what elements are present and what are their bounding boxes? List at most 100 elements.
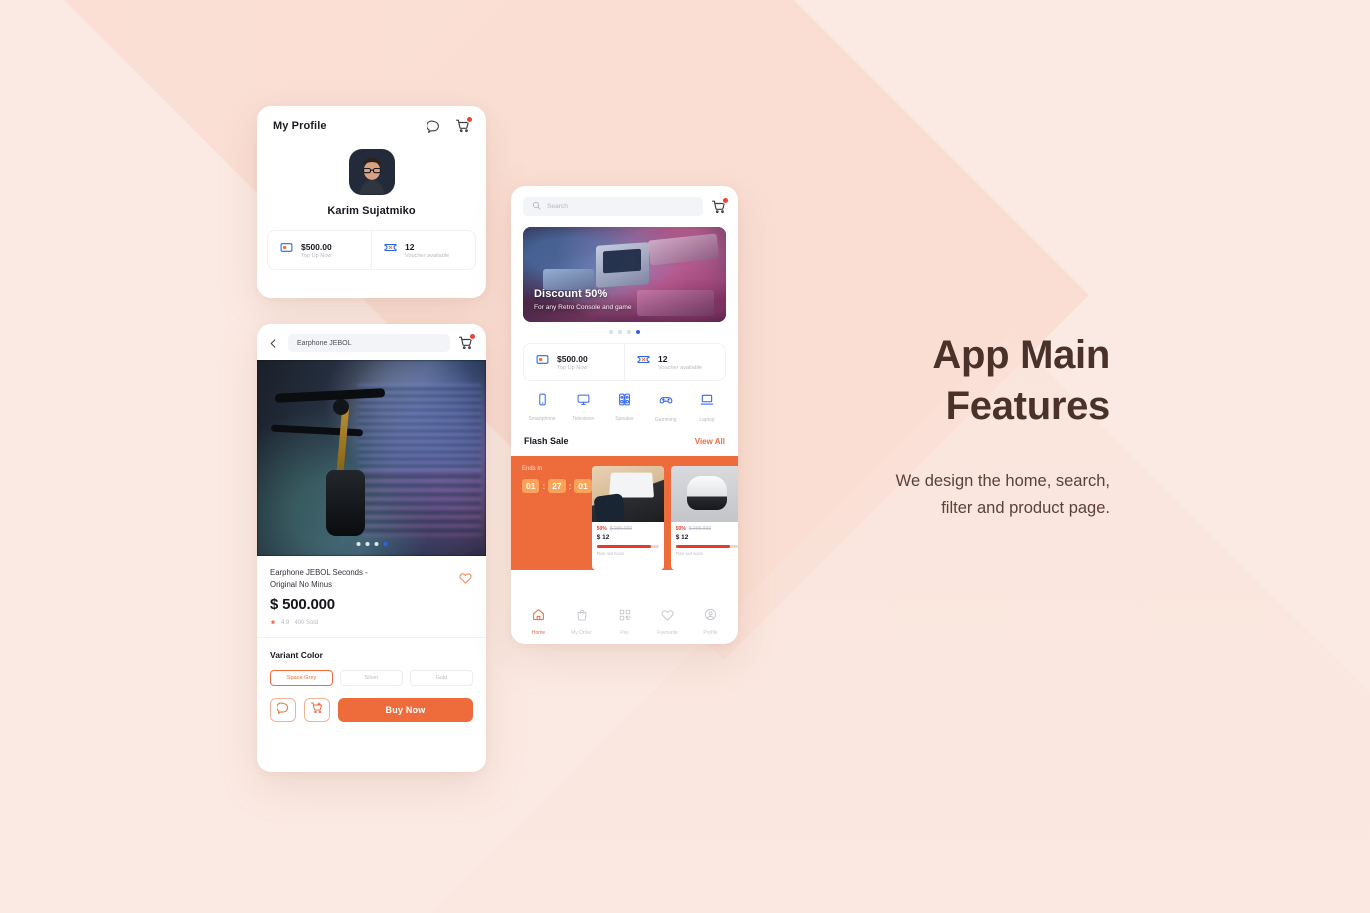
category-label: Smartphone bbox=[528, 416, 556, 422]
banner-headline: Discount 50% bbox=[534, 288, 608, 300]
search-icon bbox=[532, 201, 541, 212]
nav-item-favourite[interactable]: Favourite bbox=[648, 608, 688, 636]
category-laptop[interactable]: Laptop bbox=[690, 393, 724, 423]
search-input[interactable]: Search bbox=[523, 197, 703, 216]
nav-item-profile[interactable]: Profile bbox=[691, 608, 731, 636]
stat-value: $500.00 bbox=[557, 353, 588, 364]
flash-sale-product-card[interactable]: 50% $ 200.000 $ 12 Ran out soon bbox=[670, 466, 738, 570]
bag-icon bbox=[576, 608, 588, 626]
gallery-dot-active[interactable] bbox=[383, 542, 387, 546]
current-price: $ 12 bbox=[675, 534, 689, 541]
banner-dot[interactable] bbox=[609, 330, 613, 334]
stat-label: Voucher available bbox=[658, 364, 703, 371]
timer-separator: : bbox=[542, 481, 546, 491]
variant-chip-group: Space Grey Silver Gold bbox=[270, 670, 473, 687]
gallery-dot[interactable] bbox=[365, 542, 369, 546]
product-rating-row: 4.9 400 Sold bbox=[270, 619, 473, 627]
buy-now-button[interactable]: Buy Now bbox=[338, 698, 473, 723]
retro-computer bbox=[596, 242, 649, 288]
banner-texts: Discount 50% For any Retro Console and g… bbox=[534, 288, 632, 311]
nav-item-my-order[interactable]: My Order bbox=[562, 608, 602, 636]
gallery-dot[interactable] bbox=[356, 542, 360, 546]
discount-badge: 50% bbox=[596, 526, 607, 532]
flash-sale-products: 50% $ 200.000 $ 12 Ran out soon 50% $ 20… bbox=[591, 466, 738, 570]
pay-icon bbox=[619, 608, 631, 626]
category-smartphone[interactable]: Smartphone bbox=[525, 393, 559, 423]
star-icon bbox=[270, 619, 276, 627]
flash-sale-title: Flash Sale bbox=[524, 436, 569, 446]
price-row: 50% $ 200.000 bbox=[597, 526, 659, 532]
nav-item-home[interactable]: Home bbox=[519, 608, 559, 636]
home-screen-card: Search Discount 50% For any Retro Consol… bbox=[511, 186, 738, 644]
cart-icon[interactable] bbox=[456, 116, 473, 133]
gallery-dots[interactable] bbox=[356, 542, 387, 546]
feature-text-block: App Main Features We design the home, se… bbox=[800, 330, 1111, 522]
heart-icon bbox=[661, 608, 674, 626]
banner-dot[interactable] bbox=[618, 330, 622, 334]
flash-sale-countdown: Ends in 01 : 27 : 01 bbox=[511, 466, 592, 570]
stat-voucher[interactable]: 12 Voucher available bbox=[624, 344, 725, 380]
laptop-icon bbox=[700, 393, 714, 412]
stock-progress-bar bbox=[675, 545, 738, 548]
view-all-link[interactable]: View All bbox=[695, 437, 725, 446]
profile-icon bbox=[704, 608, 717, 626]
product-title-line2: Original No Minus bbox=[270, 580, 332, 590]
avatar-wrapper bbox=[257, 149, 486, 195]
product-thumbnail-gamepad bbox=[670, 466, 738, 522]
chat-seller-button[interactable] bbox=[270, 698, 296, 723]
banner-subline: For any Retro Console and game bbox=[534, 304, 632, 311]
chevron-left-icon[interactable] bbox=[268, 338, 279, 349]
card-icon bbox=[280, 241, 293, 259]
category-speaker[interactable]: Speaker bbox=[608, 393, 642, 423]
flash-sale-product-card[interactable]: 50% $ 200.000 $ 12 Ran out soon bbox=[591, 466, 664, 570]
product-gallery-image[interactable] bbox=[257, 360, 486, 556]
avatar bbox=[348, 149, 395, 195]
stat-voucher[interactable]: 12 Voucher available bbox=[371, 231, 475, 269]
voucher-icon bbox=[637, 353, 650, 371]
profile-stats: $500.00 Top Up Now 12 Voucher available bbox=[267, 230, 476, 270]
ends-in-label: Ends in bbox=[522, 466, 543, 472]
stock-progress-bar bbox=[596, 545, 659, 548]
search-input[interactable]: Earphone JEBOL bbox=[288, 334, 450, 352]
stat-label: Voucher available bbox=[405, 252, 450, 259]
profile-header: My Profile bbox=[257, 106, 486, 133]
profile-screen-card: My Profile Karim Sujatmiko $500.00 Top U… bbox=[257, 106, 486, 298]
gamepad-icon bbox=[659, 393, 673, 412]
category-gaming[interactable]: Gamming bbox=[649, 393, 683, 423]
rating-value: 4.9 bbox=[281, 620, 290, 627]
variant-chip-silver[interactable]: Silver bbox=[340, 670, 403, 687]
banner-dot-active[interactable] bbox=[636, 330, 640, 334]
category-label: Speaker bbox=[615, 416, 634, 422]
category-television[interactable]: Television bbox=[566, 393, 600, 423]
heart-icon[interactable] bbox=[459, 571, 472, 584]
promo-banner[interactable]: Discount 50% For any Retro Console and g… bbox=[523, 227, 726, 322]
stat-value: 12 bbox=[405, 241, 415, 252]
home-header: Search bbox=[511, 186, 738, 216]
gamepad-shape bbox=[686, 476, 727, 510]
product-title: Earphone JEBOL Seconds - Original No Min… bbox=[270, 567, 420, 591]
timer-seconds: 01 bbox=[574, 479, 592, 493]
profile-user-name: Karim Sujatmiko bbox=[327, 205, 416, 217]
product-title-line1: Earphone JEBOL Seconds - bbox=[270, 568, 368, 577]
page-subtitle-line2: filter and product page. bbox=[941, 499, 1110, 518]
card-icon bbox=[536, 353, 549, 371]
product-detail-screen-card: Earphone JEBOL Earphone JEBOL Seconds - … bbox=[257, 324, 486, 772]
variant-section: Variant Color Space Grey Silver Gold bbox=[257, 638, 486, 687]
cart-icon[interactable] bbox=[459, 333, 476, 350]
stat-topup[interactable]: $500.00 Top Up Now bbox=[268, 231, 371, 269]
nav-item-pay[interactable]: Pay bbox=[605, 608, 645, 636]
home-icon bbox=[532, 608, 545, 626]
stat-value: 12 bbox=[658, 353, 668, 364]
banner-dots[interactable] bbox=[511, 330, 738, 334]
variant-chip-space-grey[interactable]: Space Grey bbox=[270, 670, 333, 687]
stat-topup[interactable]: $500.00 Top Up Now bbox=[524, 344, 624, 380]
chat-icon[interactable] bbox=[426, 120, 440, 133]
gallery-dot[interactable] bbox=[374, 542, 378, 546]
banner-dot[interactable] bbox=[627, 330, 631, 334]
retro-console-left bbox=[543, 268, 595, 290]
stock-label: Ran out soon bbox=[675, 551, 704, 556]
add-to-cart-button[interactable] bbox=[304, 698, 330, 723]
cart-icon[interactable] bbox=[712, 196, 729, 214]
variant-chip-gold[interactable]: Gold bbox=[410, 670, 473, 687]
speaker-icon bbox=[618, 393, 631, 411]
